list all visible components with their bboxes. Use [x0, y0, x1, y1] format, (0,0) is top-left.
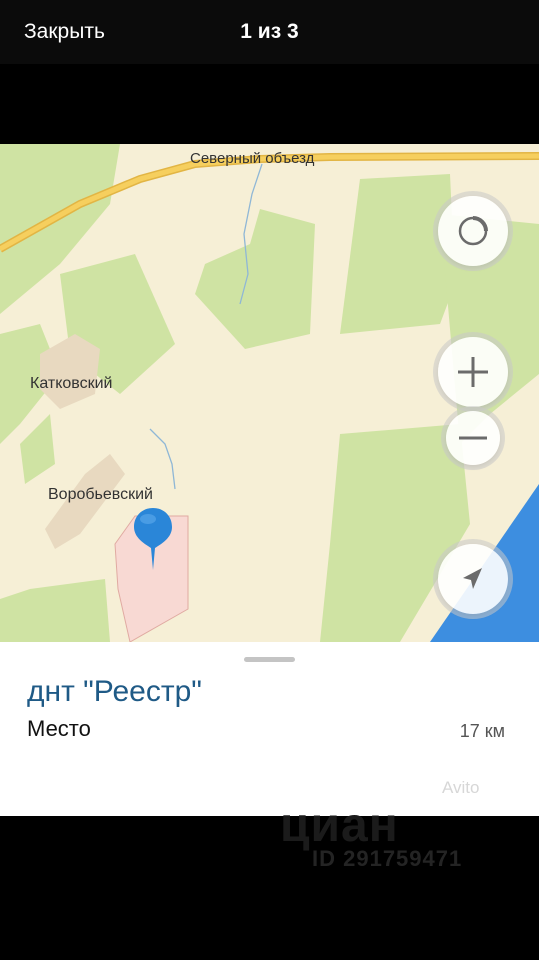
- locate-me-icon: [463, 568, 482, 589]
- map-view[interactable]: Северный объезд Катковский Воробьевский: [0, 144, 539, 642]
- cian-watermark: циан: [280, 799, 399, 852]
- place-distance: 17 км: [459, 721, 505, 741]
- zoom-in-button[interactable]: [438, 337, 508, 407]
- place-label-katkovsky: Катковский: [30, 375, 113, 392]
- road-label: Северный объезд: [190, 150, 315, 167]
- compass-button[interactable]: [438, 196, 508, 266]
- location-pin-icon[interactable]: [132, 506, 174, 572]
- zoom-out-icon: [459, 436, 487, 440]
- place-card[interactable]: днт "Реестр" Место 17 км Avito: [0, 642, 539, 816]
- locate-me-button[interactable]: [438, 544, 508, 614]
- compass-icon: [458, 216, 488, 246]
- zoom-out-button[interactable]: [446, 411, 500, 465]
- place-title: днт "Реестр": [27, 675, 202, 708]
- drag-handle[interactable]: [244, 657, 295, 662]
- image-counter: 1 из 3: [240, 20, 299, 43]
- place-label-vorobyevsky: Воробьевский: [48, 486, 153, 503]
- cian-id-watermark: ID 291759471: [312, 846, 463, 871]
- top-bar: Закрыть 1 из 3: [0, 0, 539, 64]
- zoom-in-icon: [458, 357, 488, 387]
- place-type: Место: [27, 716, 91, 741]
- avito-watermark: Avito: [442, 778, 480, 797]
